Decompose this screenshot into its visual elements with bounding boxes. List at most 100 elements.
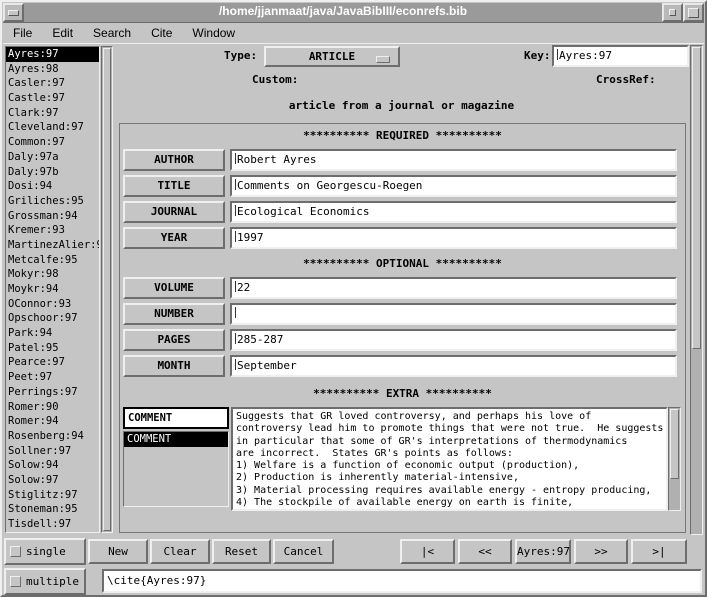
menu-cite[interactable]: Cite (151, 26, 172, 40)
previous-record-button[interactable]: << (458, 539, 512, 564)
reference-list-item[interactable]: MartinezAlier:9 (6, 238, 99, 253)
reference-list-item[interactable]: Stiglitz:97 (6, 488, 99, 503)
journal-input[interactable]: Ecological Economics (230, 201, 677, 223)
comment-textarea[interactable]: Suggests that GR loved controversy, and … (231, 407, 668, 511)
pages-input[interactable]: 285-287 (230, 329, 677, 351)
maximize-icon (688, 8, 699, 18)
reference-list-item[interactable]: Grossman:94 (6, 209, 99, 224)
reference-list-item[interactable]: Common:97 (6, 135, 99, 150)
minimize-button[interactable] (662, 3, 683, 22)
optional-section-header: ********** OPTIONAL ********** (120, 257, 685, 273)
extra-field-row: COMMENT COMMENT Suggests that GR loved c… (123, 407, 679, 511)
clear-button[interactable]: Clear (150, 539, 210, 564)
type-key-row: Type: ARTICLE Key: Ayres:97 (114, 45, 689, 69)
reference-list-item[interactable]: Rosenberg:94 (6, 429, 99, 444)
first-record-button[interactable]: |< (400, 539, 455, 564)
month-field-button[interactable]: MONTH (123, 355, 225, 377)
maximize-button[interactable] (683, 3, 704, 22)
reference-list-scrollbar[interactable] (101, 46, 113, 533)
reference-list-item[interactable]: Metcalfe:95 (6, 253, 99, 268)
journal-value: Ecological Economics (237, 205, 369, 218)
editor-scrollbar[interactable] (690, 45, 703, 535)
reference-list-item[interactable]: Peet:97 (6, 370, 99, 385)
reference-list-item[interactable]: Cleveland:97 (6, 120, 99, 135)
reference-list-item[interactable]: Solow:97 (6, 473, 99, 488)
menu-window[interactable]: Window (192, 26, 235, 40)
reference-list-item[interactable]: Stoneman:95 (6, 502, 99, 517)
reference-list-item[interactable]: Perrings:97 (6, 385, 99, 400)
type-value: ARTICLE (309, 50, 355, 63)
reference-list-item[interactable]: Casler:97 (6, 76, 99, 91)
custom-crossref-row: Custom: CrossRef: (114, 69, 689, 95)
last-record-button[interactable]: >| (631, 539, 687, 564)
reference-list-item[interactable]: Romer:90 (6, 400, 99, 415)
reference-list-item[interactable]: Castle:97 (6, 91, 99, 106)
reset-button[interactable]: Reset (212, 539, 271, 564)
extra-section-header: ********** EXTRA ********** (120, 387, 685, 403)
editor-scrollbar-thumb[interactable] (692, 47, 701, 349)
comment-scrollbar[interactable] (668, 407, 681, 511)
next-record-button[interactable]: >> (574, 539, 628, 564)
type-option-menu[interactable]: ARTICLE (264, 46, 400, 67)
window-menu-icon (8, 10, 19, 16)
title-field-button[interactable]: TITLE (123, 175, 225, 197)
year-input[interactable]: 1997 (230, 227, 677, 249)
menu-search[interactable]: Search (93, 26, 131, 40)
menu-edit[interactable]: Edit (52, 26, 73, 40)
field-row-month: MONTH September (123, 355, 677, 377)
reference-list-item[interactable]: Sollner:97 (6, 444, 99, 459)
author-input[interactable]: Robert Ayres (230, 149, 677, 171)
entry-type-description: article from a journal or magazine (114, 95, 689, 117)
comment-scrollbar-thumb[interactable] (670, 409, 679, 479)
key-input[interactable]: Ayres:97 (552, 45, 689, 67)
reference-list-item[interactable]: Opschoor:97 (6, 311, 99, 326)
cite-bar: multiple \cite{Ayres:97} (2, 568, 705, 596)
text-caret (235, 205, 236, 216)
reference-list-item[interactable]: Daly:97b (6, 165, 99, 180)
reference-list-item[interactable]: Dosi:94 (6, 179, 99, 194)
field-row-author: AUTHOR Robert Ayres (123, 149, 677, 171)
mode-multiple[interactable]: multiple (4, 568, 86, 595)
reference-list-item[interactable]: Romer:94 (6, 414, 99, 429)
year-field-button[interactable]: YEAR (123, 227, 225, 249)
reference-list-item[interactable]: Clark:97 (6, 106, 99, 121)
reference-list-item[interactable]: Patel:95 (6, 341, 99, 356)
volume-value: 22 (237, 281, 250, 294)
mode-single[interactable]: single (4, 538, 86, 565)
menu-file[interactable]: File (13, 26, 32, 40)
reference-list-item[interactable]: Daly:97a (6, 150, 99, 165)
volume-input[interactable]: 22 (230, 277, 677, 299)
journal-field-button[interactable]: JOURNAL (123, 201, 225, 223)
reference-list-item[interactable]: Ayres:97 (6, 47, 99, 62)
reference-list-item[interactable]: Park:94 (6, 326, 99, 341)
cancel-button[interactable]: Cancel (273, 539, 334, 564)
cite-command-input[interactable]: \cite{Ayres:97} (102, 569, 702, 593)
current-record-button[interactable]: Ayres:97 (515, 539, 571, 564)
number-field-button[interactable]: NUMBER (123, 303, 225, 325)
reference-list-item[interactable]: Moykr:94 (6, 282, 99, 297)
titlebar: /home/jjanmaat/java/JavaBibIII/econrefs.… (3, 3, 704, 23)
number-input[interactable] (230, 303, 677, 325)
reference-list-item[interactable]: Ayres:98 (6, 62, 99, 77)
custom-label: Custom: (252, 69, 298, 91)
reference-list-item[interactable]: Kremer:93 (6, 223, 99, 238)
title-input[interactable]: Comments on Georgescu-Roegen (230, 175, 677, 197)
reference-list-item[interactable]: Mokyr:98 (6, 267, 99, 282)
reference-list-item[interactable]: Solow:94 (6, 458, 99, 473)
reference-list-item[interactable]: Pearce:97 (6, 355, 99, 370)
pages-field-button[interactable]: PAGES (123, 329, 225, 351)
key-value: Ayres:97 (559, 49, 612, 62)
window-menu-button[interactable] (3, 3, 24, 22)
reference-list-item[interactable]: OConnor:93 (6, 297, 99, 312)
author-field-button[interactable]: AUTHOR (123, 149, 225, 171)
reference-list-item[interactable]: Tisdell:97 (6, 517, 99, 532)
volume-field-button[interactable]: VOLUME (123, 277, 225, 299)
extra-field-list-item[interactable]: COMMENT (124, 432, 228, 447)
reference-list-item[interactable]: Griliches:95 (6, 194, 99, 209)
menubar: File Edit Search Cite Window (3, 22, 704, 44)
extra-field-name-input[interactable]: COMMENT (123, 407, 229, 429)
reference-list-scrollbar-thumb[interactable] (103, 48, 111, 531)
month-input[interactable]: September (230, 355, 677, 377)
mode-multiple-label: multiple (26, 575, 79, 588)
new-button[interactable]: New (88, 539, 148, 564)
